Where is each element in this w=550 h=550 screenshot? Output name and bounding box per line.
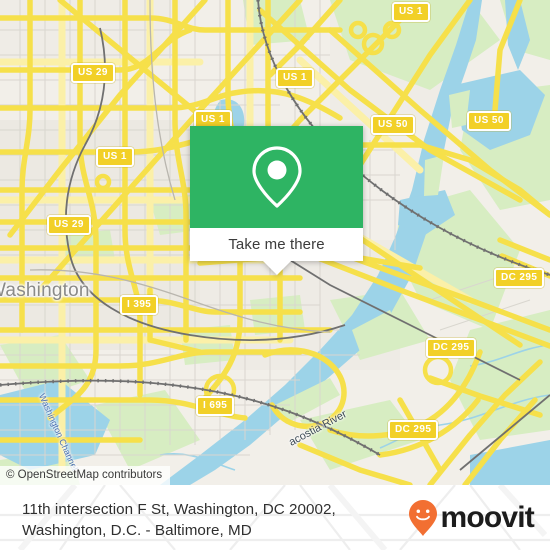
- place-label-washington: Washington: [0, 280, 90, 301]
- route-shield-dc295-upper: DC 295: [494, 268, 545, 288]
- route-shield-i695: I 695: [196, 396, 235, 416]
- location-address: 11th intersection F St, Washington, DC 2…: [22, 499, 392, 541]
- route-shield-us29-lower: US 29: [47, 215, 91, 235]
- route-shield-dc295-mid: DC 295: [426, 338, 477, 358]
- route-shield-us1-left: US 1: [96, 147, 134, 167]
- footer-bar: 11th intersection F St, Washington, DC 2…: [0, 485, 550, 550]
- map-screenshot: Washington Washington Channel acostia Ri…: [0, 0, 550, 550]
- take-me-there-label: Take me there: [228, 236, 325, 253]
- moovit-logo[interactable]: moovit: [408, 499, 535, 537]
- address-line-1: 11th intersection F St, Washington, DC 2…: [22, 501, 336, 518]
- moovit-wordmark: moovit: [440, 501, 534, 534]
- route-shield-i395: I 395: [120, 295, 159, 315]
- callout-action-bar[interactable]: Take me there: [190, 228, 363, 261]
- osm-attribution[interactable]: © OpenStreetMap contributors: [0, 466, 171, 485]
- callout-header: [190, 126, 363, 228]
- route-shield-us50-right: US 50: [467, 111, 511, 131]
- route-shield-us1-north: US 1: [392, 2, 430, 22]
- map-pin-icon: [251, 146, 302, 208]
- route-shield-us1-upper: US 1: [276, 68, 314, 88]
- route-shield-dc295-lower: DC 295: [388, 420, 439, 440]
- moovit-pin-smiley-icon: [409, 500, 438, 536]
- route-shield-us50-left: US 50: [371, 115, 415, 135]
- take-me-there-callout[interactable]: Take me there: [190, 126, 363, 275]
- callout-tail: [262, 261, 291, 275]
- address-line-2: Washington, D.C. - Baltimore, MD: [22, 522, 252, 539]
- route-shield-us29-upper: US 29: [71, 63, 115, 83]
